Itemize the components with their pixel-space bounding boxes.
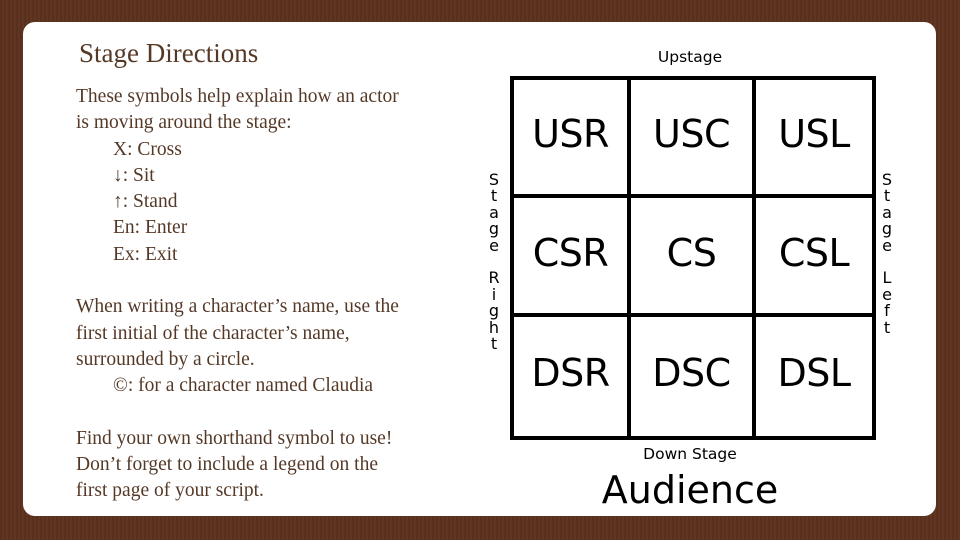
slide-title: Stage Directions bbox=[79, 38, 259, 68]
stage-left-letter: t bbox=[883, 317, 891, 337]
closing-line: Find your own shorthand symbol to use! bbox=[76, 427, 393, 449]
symbol-stand: ↑: Stand bbox=[113, 191, 178, 213]
stage-grid: USR USC USL CSR CS CSL DSR DSC DSL bbox=[510, 76, 876, 440]
symbol-sit: ↓: Sit bbox=[113, 164, 155, 186]
downstage-label: Down Stage bbox=[643, 445, 737, 463]
cell-cs: CS bbox=[631, 198, 756, 317]
closing-line: first page of your script. bbox=[76, 480, 264, 502]
cell-csl: CSL bbox=[756, 198, 872, 317]
symbol-enter: En: Enter bbox=[113, 217, 188, 239]
closing-line: Don’t forget to include a legend on the bbox=[76, 454, 378, 476]
stage-right-letter: t bbox=[490, 334, 498, 354]
cell-csr: CSR bbox=[514, 198, 631, 317]
audience-label: Audience bbox=[601, 468, 779, 512]
slide-body: These symbols help explain how an actor … bbox=[76, 84, 486, 505]
character-line: first initial of the character’s name, bbox=[76, 322, 350, 344]
character-line: surrounded by a circle. bbox=[76, 348, 255, 370]
stage-left-label: S t a g e L e f t bbox=[875, 171, 899, 337]
symbol-exit: Ex: Exit bbox=[113, 243, 178, 265]
character-example: ©: for a character named Claudia bbox=[113, 375, 374, 397]
cell-usc: USC bbox=[631, 80, 756, 198]
intro-line: is moving around the stage: bbox=[76, 112, 292, 134]
cell-dsc: DSC bbox=[631, 317, 756, 436]
cell-dsr: DSR bbox=[514, 317, 631, 436]
cell-usl: USL bbox=[756, 80, 872, 198]
stage-right-label: S t a g e R i g h t bbox=[482, 171, 506, 354]
cell-usr: USR bbox=[514, 80, 631, 198]
symbol-cross: X: Cross bbox=[113, 138, 182, 160]
cell-dsl: DSL bbox=[777, 351, 851, 395]
character-line: When writing a character’s name, use the bbox=[76, 296, 399, 318]
intro-line: These symbols help explain how an actor bbox=[76, 86, 399, 107]
upstage-label: Upstage bbox=[657, 48, 723, 66]
